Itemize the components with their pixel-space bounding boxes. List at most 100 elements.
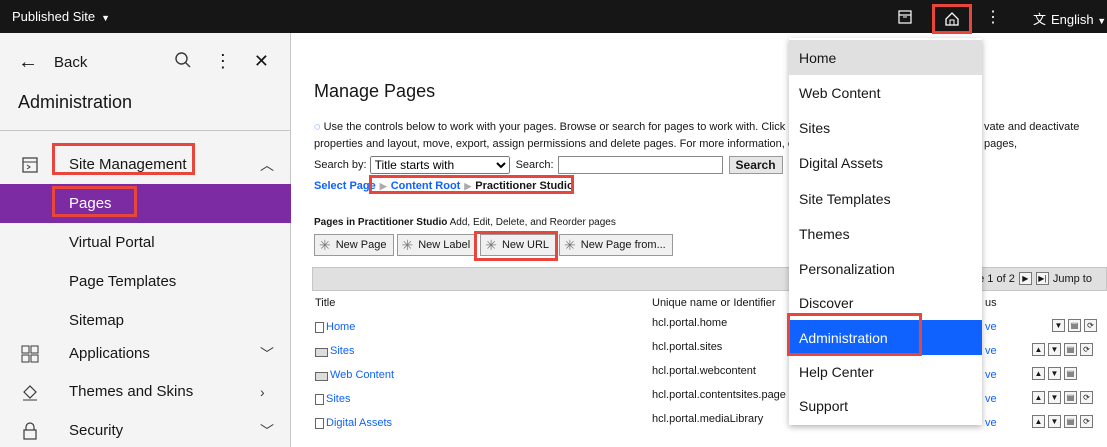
- panel-icon[interactable]: [895, 7, 915, 27]
- search-label: Search:: [515, 159, 554, 171]
- page-title: Manage Pages: [314, 81, 436, 101]
- refresh-icon[interactable]: ⟳: [1080, 391, 1093, 404]
- next-page-icon[interactable]: ▶: [1018, 272, 1032, 285]
- last-page-icon[interactable]: ▶|: [1035, 272, 1049, 285]
- site-switcher-label: Published Site: [12, 9, 96, 24]
- move-down-icon[interactable]: ▼: [1048, 391, 1061, 404]
- search-by-select[interactable]: Title starts with: [369, 156, 510, 174]
- sidebar-item-pages[interactable]: Pages: [0, 184, 291, 223]
- search-by-label: Search by:: [314, 159, 367, 171]
- chevron-right-icon: ›: [260, 383, 265, 400]
- row-status[interactable]: ve: [985, 393, 997, 405]
- properties-icon[interactable]: ▤: [1064, 415, 1077, 428]
- pager: ge 1 of 2 ▶ ▶| Jump to: [972, 272, 1092, 285]
- properties-icon[interactable]: ▤: [1064, 391, 1077, 404]
- row-unique: hcl.portal.sites: [652, 341, 723, 353]
- main-content: Manage Pages ◌ Use the controls below to…: [292, 33, 1107, 447]
- row-status[interactable]: ve: [985, 369, 997, 381]
- chevron-down-icon: ﹀: [260, 422, 274, 439]
- row-title: Digital Assets: [326, 417, 393, 429]
- highlight-box: [474, 231, 558, 261]
- menu-item-help-center[interactable]: Help Center: [789, 354, 982, 389]
- row-status[interactable]: ve: [985, 417, 997, 429]
- row-status[interactable]: ve: [985, 321, 997, 333]
- sidebar-item-page-templates[interactable]: Page Templates: [0, 262, 291, 301]
- table-row: Sites hcl.portal.sites ve ▲ ▼ ▤ ⟳: [312, 341, 1107, 365]
- intro-text: ◌ Use the controls below to work with yo…: [314, 119, 1104, 153]
- move-up-icon[interactable]: ▲: [1032, 343, 1045, 356]
- move-down-icon[interactable]: ▼: [1048, 367, 1061, 380]
- search-input[interactable]: [557, 156, 723, 174]
- row-title: Sites: [330, 345, 355, 357]
- table-row: Home hcl.portal.home ve ▼ ▤ ⟳: [312, 317, 1107, 341]
- search-icon[interactable]: [174, 51, 192, 74]
- highlight-box: [787, 313, 922, 356]
- row-title-link[interactable]: Digital Assets: [315, 417, 392, 429]
- properties-icon[interactable]: ▤: [1064, 343, 1077, 356]
- menu-item-web-content[interactable]: Web Content: [789, 75, 982, 110]
- column-header-status: us: [985, 297, 997, 309]
- move-up-icon[interactable]: ▲: [1032, 415, 1045, 428]
- refresh-icon[interactable]: ⟳: [1080, 343, 1093, 356]
- row-actions: ▲ ▼ ▤ ⟳: [1032, 415, 1093, 428]
- row-actions: ▲ ▼ ▤ ⟳: [1032, 391, 1093, 404]
- refresh-icon[interactable]: ⟳: [1084, 319, 1097, 332]
- menu-item-support[interactable]: Support: [789, 388, 982, 423]
- sidebar-item-virtual-portal[interactable]: Virtual Portal: [0, 223, 291, 262]
- intro-line-1: Use the controls below to work with your…: [323, 121, 811, 133]
- home-dropdown-menu: Home Web Content Sites Digital Assets Si…: [789, 38, 982, 425]
- menu-item-home[interactable]: Home: [789, 40, 982, 75]
- properties-icon[interactable]: ▤: [1064, 367, 1077, 380]
- menu-item-digital-assets[interactable]: Digital Assets: [789, 145, 982, 180]
- menu-item-sites[interactable]: Sites: [789, 110, 982, 145]
- info-icon: ◌: [314, 121, 321, 133]
- menu-item-site-templates[interactable]: Site Templates: [789, 181, 982, 216]
- row-actions: ▼ ▤ ⟳: [1052, 319, 1097, 332]
- search-button[interactable]: Search: [728, 156, 783, 174]
- intro-line-1-end: vate and deactivate pages,: [984, 121, 1080, 150]
- sidebar-item-applications[interactable]: Applications ﹀: [0, 334, 291, 373]
- page-icon: [315, 418, 324, 429]
- new-page-button[interactable]: ✳ New Page: [314, 234, 394, 256]
- highlight-box: [52, 143, 195, 175]
- overflow-menu-icon[interactable]: ⋮: [214, 51, 232, 74]
- sidebar-item-themes-and-skins[interactable]: Themes and Skins ›: [0, 372, 291, 411]
- home-button[interactable]: [932, 4, 972, 34]
- label-icon: [315, 372, 328, 381]
- row-title-link[interactable]: Sites: [315, 345, 354, 357]
- menu-item-themes[interactable]: Themes: [789, 216, 982, 251]
- move-down-icon[interactable]: ▼: [1048, 415, 1061, 428]
- site-management-icon: [22, 156, 38, 173]
- pages-in-prefix: Pages in: [314, 217, 356, 228]
- menu-item-personalization[interactable]: Personalization: [789, 251, 982, 286]
- overflow-menu-icon[interactable]: ⋮: [983, 7, 1003, 27]
- site-switcher[interactable]: Published Site ▼: [12, 9, 110, 24]
- sidebar-item-security[interactable]: Security ﹀: [0, 411, 291, 447]
- new-page-from-label: New Page from...: [580, 239, 666, 251]
- sidebar-tools: ⋮ ✕: [174, 51, 269, 74]
- back-button[interactable]: ← Back: [18, 51, 87, 74]
- refresh-icon[interactable]: ⟳: [1080, 415, 1093, 428]
- new-label-button[interactable]: ✳ New Label: [396, 234, 478, 256]
- move-up-icon[interactable]: ▲: [1032, 391, 1045, 404]
- move-down-icon[interactable]: ▼: [1048, 343, 1061, 356]
- new-page-from-button[interactable]: ✳ New Page from...: [559, 234, 673, 256]
- new-label-label: New Label: [418, 239, 471, 251]
- row-title-link[interactable]: Home: [315, 321, 355, 333]
- language-selector[interactable]: 文 English ▼: [1033, 9, 1106, 28]
- row-title-link[interactable]: Web Content: [315, 369, 394, 381]
- sidebar-header: ← Back ⋮ ✕ Administration: [0, 33, 291, 129]
- column-header-title: Title: [315, 297, 336, 309]
- row-title-link[interactable]: Sites: [315, 393, 350, 405]
- row-unique: hcl.portal.webcontent: [652, 365, 756, 377]
- lock-icon: [23, 421, 37, 440]
- highlight-box: [369, 175, 574, 194]
- move-up-icon[interactable]: ▲: [1032, 367, 1045, 380]
- move-down-icon[interactable]: ▼: [1052, 319, 1065, 332]
- row-status[interactable]: ve: [985, 345, 997, 357]
- pages-in-name: Practitioner Studio: [357, 217, 448, 228]
- sidebar-item-label: Security: [69, 422, 124, 439]
- breadcrumb-select-page[interactable]: Select Page: [314, 180, 376, 192]
- close-icon[interactable]: ✕: [254, 51, 269, 74]
- properties-icon[interactable]: ▤: [1068, 319, 1081, 332]
